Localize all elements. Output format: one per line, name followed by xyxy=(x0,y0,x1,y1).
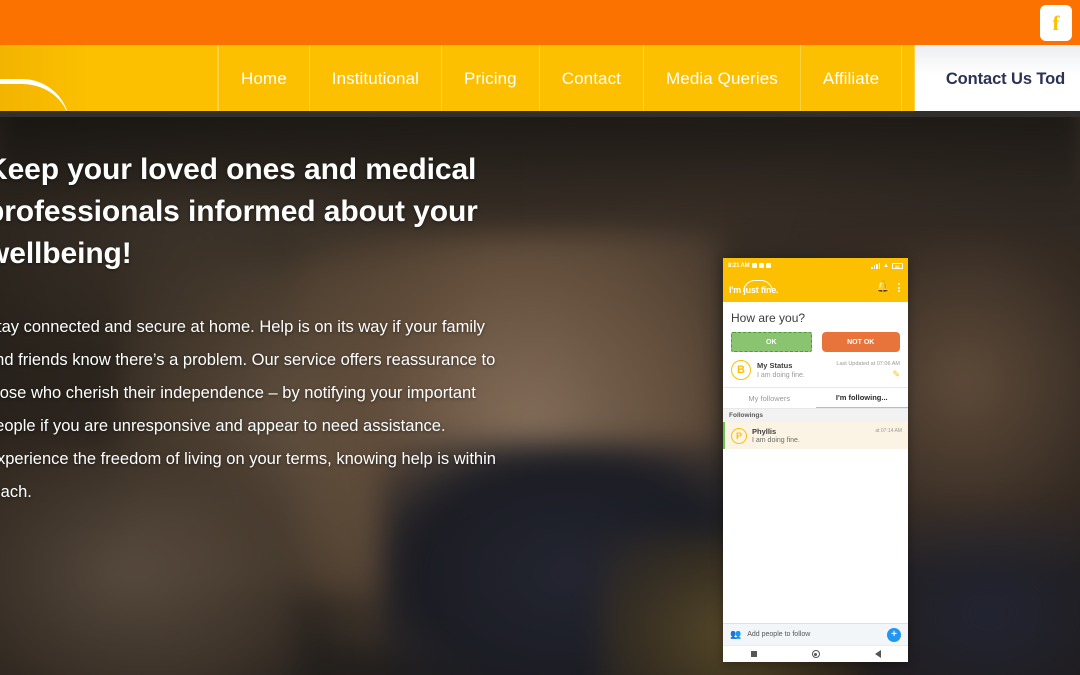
triangle-back-icon[interactable] xyxy=(874,650,881,658)
facebook-icon: f xyxy=(1052,10,1060,35)
ok-button[interactable]: OK xyxy=(731,332,812,352)
app-logo-arc-icon xyxy=(743,279,773,292)
site-logo[interactable]: t fine! xyxy=(0,45,90,113)
my-status-title: My Status xyxy=(757,361,793,370)
not-ok-button[interactable]: NOT OK xyxy=(821,332,900,352)
my-status-meta: Last Updated at 07:06 AM ✎ xyxy=(836,361,900,380)
tab-my-followers[interactable]: My followers xyxy=(723,388,816,408)
add-people-fab[interactable]: + xyxy=(887,627,901,642)
status-bar-notification-icons xyxy=(752,263,772,268)
how-are-you-heading: How are you? xyxy=(731,311,806,325)
kebab-menu-icon[interactable] xyxy=(898,283,900,292)
app-icon xyxy=(766,263,772,268)
following-status: I am doing fine. xyxy=(752,437,800,444)
my-status-text-block: My Status I am doing fine. xyxy=(757,361,805,379)
phone-mockup: 8:21 AM ▲ 80 I'm just fine. 🔔 How are yo… xyxy=(723,258,908,662)
following-name: Phyllis xyxy=(752,427,777,436)
android-navigation-bar xyxy=(723,645,908,662)
status-bar-system-icons: ▲ 80 xyxy=(871,262,903,269)
hero-paragraph: Stay connected and secure at home. Help … xyxy=(0,318,496,501)
nav-item-media-queries[interactable]: Media Queries xyxy=(644,45,801,113)
nav-item-pricing[interactable]: Pricing xyxy=(442,45,540,113)
list-item[interactable]: P Phyllis I am doing fine. at 07:14 AM xyxy=(723,422,908,449)
facebook-link[interactable]: f xyxy=(1040,5,1072,41)
status-button-row: OK NOT OK xyxy=(723,332,908,352)
my-status-row[interactable]: B My Status I am doing fine. Last Update… xyxy=(723,352,908,388)
tab-im-following[interactable]: I'm following... xyxy=(815,388,908,408)
phone-status-bar: 8:21 AM ▲ 80 xyxy=(723,258,908,273)
avatar: P xyxy=(731,427,747,444)
hero-headline: Keep your loved ones and medical profess… xyxy=(0,153,478,270)
wifi-icon: ▲ xyxy=(883,262,889,269)
following-text-block: Phyllis I am doing fine. xyxy=(752,427,800,444)
cloud-icon xyxy=(759,263,765,268)
location-icon xyxy=(752,263,758,268)
following-time: at 07:14 AM xyxy=(875,428,902,434)
avatar: B xyxy=(731,360,751,380)
battery-icon: 80 xyxy=(892,262,903,269)
top-bar: f xyxy=(0,0,1080,45)
square-recents-icon[interactable] xyxy=(750,651,757,657)
my-status-subtitle: I am doing fine. xyxy=(757,372,805,379)
phone-screen-body: How are you? OK NOT OK B My Status I am … xyxy=(723,302,908,623)
nav-items: Home Institutional Pricing Contact Media… xyxy=(218,45,903,113)
followings-section-title: Followings xyxy=(723,409,908,422)
app-logo: I'm just fine. xyxy=(729,279,779,295)
nav-item-home[interactable]: Home xyxy=(218,45,310,113)
nav-tail-spacer xyxy=(902,45,915,113)
main-navigation: t fine! Home Institutional Pricing Conta… xyxy=(0,45,1080,113)
add-people-icon: 👥 xyxy=(730,629,742,639)
add-people-bar[interactable]: 👥 Add people to follow + xyxy=(723,623,908,645)
signal-icon xyxy=(871,262,881,269)
nav-spacer xyxy=(90,45,218,113)
add-people-label: Add people to follow xyxy=(747,631,811,638)
phone-app-bar: I'm just fine. 🔔 xyxy=(723,273,908,302)
bell-icon[interactable]: 🔔 xyxy=(876,282,890,293)
status-bar-clock: 8:21 AM xyxy=(728,262,750,269)
last-updated-label: Last Updated at 07:06 AM xyxy=(836,360,900,367)
pencil-edit-icon[interactable]: ✎ xyxy=(836,369,900,380)
nav-item-institutional[interactable]: Institutional xyxy=(310,45,443,113)
nav-item-affiliate[interactable]: Affiliate xyxy=(801,45,903,113)
phone-tabs: My followers I'm following... xyxy=(723,388,908,409)
circle-home-icon[interactable] xyxy=(811,650,820,658)
contact-us-today-label: Contact Us Tod xyxy=(945,69,1066,88)
contact-us-today-button[interactable]: Contact Us Tod xyxy=(915,45,1080,113)
logo-arc-icon xyxy=(0,79,70,113)
nav-bottom-rule xyxy=(0,111,1080,117)
nav-item-contact[interactable]: Contact xyxy=(540,45,645,113)
hero-section: Keep your loved ones and medical profess… xyxy=(0,113,1080,675)
